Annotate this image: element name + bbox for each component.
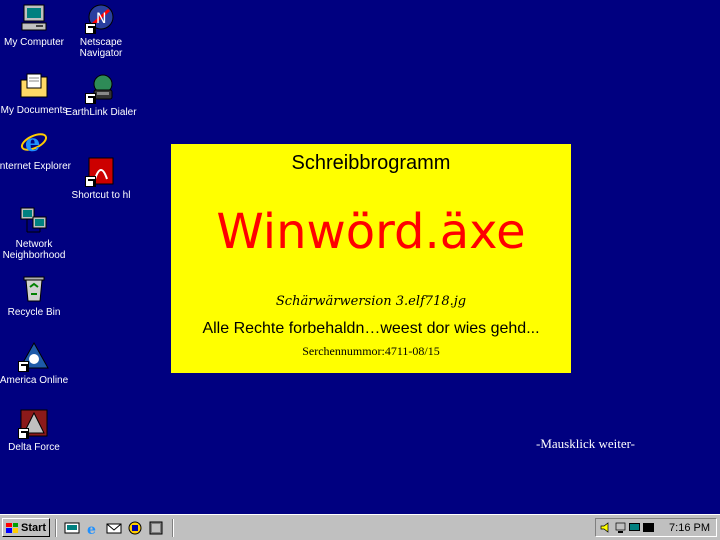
desktop-icon-america-online[interactable]: America Online bbox=[0, 340, 72, 386]
desktop-icon-earthlink-dialer[interactable]: EarthLink Dialer bbox=[63, 72, 139, 118]
desktop-icon-recycle-bin[interactable]: Recycle Bin bbox=[0, 272, 72, 318]
desktop-icon-label: Internet Explorer bbox=[0, 161, 71, 172]
desktop-icon-shortcut-hl[interactable]: Shortcut to hl bbox=[63, 155, 139, 201]
desktop-icon-delta-force[interactable]: Delta Force bbox=[0, 407, 72, 453]
desktop-icon-label: EarthLink Dialer bbox=[65, 107, 137, 118]
desktop-icon-label: Delta Force bbox=[8, 442, 60, 453]
start-label: Start bbox=[21, 521, 47, 534]
display-tray-icon[interactable] bbox=[642, 521, 655, 534]
svg-text:e: e bbox=[25, 128, 40, 157]
desktop-icon-my-computer[interactable]: My Computer bbox=[0, 2, 72, 48]
desktop-icon-label: Shortcut to hl bbox=[71, 190, 131, 201]
quicklaunch-internet-explorer-icon[interactable]: e bbox=[85, 520, 101, 536]
click-to-continue-hint: -Mausklick weiter- bbox=[536, 436, 636, 451]
splash-screen[interactable]: Schreibbrogramm Winwörd.äxe Schärwärwers… bbox=[171, 144, 571, 373]
desktop-icon-label: My Documents bbox=[0, 105, 68, 116]
splash-rights: Alle Rechte forbehaldn…weest dor wies ge… bbox=[202, 320, 540, 337]
system-tray: 7:16 PM bbox=[595, 518, 717, 537]
quicklaunch-show-desktop-icon[interactable] bbox=[64, 520, 80, 536]
netscape-icon: N bbox=[85, 2, 117, 34]
shortcut-arrow-icon bbox=[85, 176, 96, 187]
quicklaunch-outlook-icon[interactable] bbox=[106, 520, 122, 536]
splash-subtitle: Schreibbrogramm bbox=[291, 152, 451, 174]
taskbar-separator bbox=[172, 519, 174, 537]
network-tray-icon[interactable] bbox=[614, 521, 627, 534]
splash-version: Schärwärwersion 3.elf718.jg bbox=[275, 294, 467, 309]
desktop-icon-netscape-navigator[interactable]: N Netscape Navigator bbox=[63, 2, 139, 59]
desktop-icon-label: America Online bbox=[0, 375, 69, 386]
delta-force-icon bbox=[18, 407, 50, 439]
taskbar: Start e 7:16 PM bbox=[0, 514, 720, 540]
monitor-tray-icon[interactable] bbox=[628, 521, 641, 534]
desktop-icon-label: Recycle Bin bbox=[7, 307, 61, 318]
desktop-icon-internet-explorer[interactable]: e Internet Explorer bbox=[0, 126, 72, 172]
taskbar-clock[interactable]: 7:16 PM bbox=[669, 522, 710, 534]
shortcut-arrow-icon bbox=[18, 428, 29, 439]
desktop-icon-label: My Computer bbox=[3, 37, 64, 48]
splash-serial-number: Serchennummor:4711-08/15 bbox=[302, 344, 440, 358]
desktop-icon-label: Netscape Navigator bbox=[79, 37, 123, 59]
desktop-icon-network-neighborhood[interactable]: Network Neighborhood bbox=[0, 204, 72, 261]
shortcut-arrow-icon bbox=[85, 23, 96, 34]
shortcut-arrow-icon bbox=[85, 93, 96, 104]
desktop-icon-label: Network Neighborhood bbox=[2, 239, 66, 261]
shortcut-arrow-icon bbox=[18, 361, 29, 372]
internet-explorer-icon: e bbox=[18, 126, 50, 158]
recycle-bin-icon bbox=[18, 272, 50, 304]
splash-title: Winwörd.äxe bbox=[216, 204, 526, 260]
volume-icon[interactable] bbox=[600, 521, 613, 534]
quicklaunch-channels-icon[interactable] bbox=[127, 520, 143, 536]
desktop-icon-my-documents[interactable]: My Documents bbox=[0, 70, 72, 116]
svg-text:N: N bbox=[96, 11, 106, 27]
windows-logo-icon bbox=[6, 522, 18, 533]
quicklaunch-app-icon[interactable] bbox=[148, 520, 164, 536]
network-neighborhood-icon bbox=[18, 204, 50, 236]
taskbar-separator bbox=[55, 519, 57, 537]
svg-text:e: e bbox=[87, 522, 96, 536]
start-button[interactable]: Start bbox=[2, 518, 50, 537]
aol-triangle-icon bbox=[18, 340, 50, 372]
folder-documents-icon bbox=[18, 70, 50, 102]
earthlink-phone-icon bbox=[85, 72, 117, 104]
my-computer-icon bbox=[18, 2, 50, 34]
acrobat-icon bbox=[85, 155, 117, 187]
